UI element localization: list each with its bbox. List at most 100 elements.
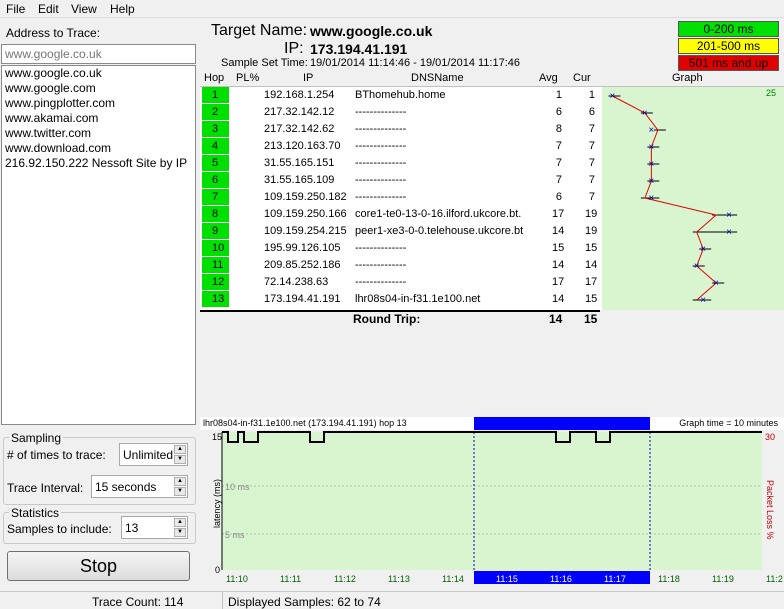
list-item[interactable]: www.download.com xyxy=(2,141,195,156)
row-dns: -------------- xyxy=(355,106,407,118)
list-item[interactable]: www.pingplotter.com xyxy=(2,96,195,111)
row-hop: 8 xyxy=(202,206,229,223)
samples-to-include-stepper[interactable]: 13 ▲ ▼ xyxy=(121,516,188,539)
spin-up-icon[interactable]: ▲ xyxy=(174,477,186,486)
row-ip: 173.194.41.191 xyxy=(264,293,341,305)
spin-down-icon[interactable]: ▼ xyxy=(174,455,186,464)
row-hop: 2 xyxy=(202,104,229,121)
row-avg: 8 xyxy=(555,123,562,135)
selected-range-bar[interactable] xyxy=(474,417,650,430)
row-dns: -------------- xyxy=(355,242,407,254)
address-input[interactable] xyxy=(1,44,196,64)
row-avg: 14 xyxy=(552,259,565,271)
col-pl[interactable]: PL% xyxy=(236,72,259,84)
times-to-trace-stepper[interactable]: Unlimited ▲ ▼ xyxy=(119,443,188,466)
row-cur: 14 xyxy=(585,259,598,271)
trace-count: Trace Count: 114 xyxy=(92,595,184,609)
row-dns: -------------- xyxy=(355,157,407,169)
row-ip: 217.32.142.12 xyxy=(264,106,335,118)
samples-to-include-label: Samples to include: xyxy=(7,522,112,536)
menu-view[interactable]: View xyxy=(71,2,97,16)
times-to-trace-value: Unlimited xyxy=(123,448,173,462)
empty-area xyxy=(200,327,784,417)
time-label: 11:14 xyxy=(442,574,464,584)
stop-button[interactable]: Stop xyxy=(7,551,190,581)
list-item[interactable]: www.akamai.com xyxy=(2,111,195,126)
trace-interval-stepper[interactable]: 15 seconds ▲ ▼ xyxy=(91,475,188,498)
spin-down-icon[interactable]: ▼ xyxy=(174,528,186,537)
spin-down-icon[interactable]: ▼ xyxy=(174,487,186,496)
trace-interval-value: 15 seconds xyxy=(95,480,157,494)
graph-time-label: Graph time = 10 minutes xyxy=(679,418,778,428)
list-item[interactable]: www.twitter.com xyxy=(2,126,195,141)
row-avg: 17 xyxy=(552,276,565,288)
list-item[interactable]: www.google.com xyxy=(2,81,195,96)
col-graph[interactable]: Graph xyxy=(672,72,703,84)
col-dnsname[interactable]: DNSName xyxy=(411,72,464,84)
row-ip: 109.159.250.166 xyxy=(264,208,347,220)
address-label: Address to Trace: xyxy=(6,26,101,40)
row-ip: 192.168.1.254 xyxy=(264,89,335,101)
row-hop: 10 xyxy=(202,240,229,257)
hop-cur-marker: × xyxy=(648,193,654,204)
ip-label: IP: xyxy=(284,40,304,57)
col-ip[interactable]: IP xyxy=(303,72,313,84)
col-hop[interactable]: Hop xyxy=(204,72,224,84)
row-hop: 9 xyxy=(202,223,229,240)
hop-cur-marker: × xyxy=(700,244,706,255)
row-cur: 17 xyxy=(585,276,598,288)
y-axis-label: latency (ms) xyxy=(212,479,222,528)
time-label: 11:16 xyxy=(550,574,572,584)
row-avg: 6 xyxy=(555,191,562,203)
time-label: 11:15 xyxy=(496,574,518,584)
displayed-samples: Displayed Samples: 62 to 74 xyxy=(228,595,381,609)
hop-cur-marker: × xyxy=(726,210,732,221)
round-trip-label: Round Trip: xyxy=(353,312,421,326)
timegraph-title: lhr08s04-in-f31.1e100.net (173.194.41.19… xyxy=(203,418,407,428)
hop-cur-marker: × xyxy=(726,227,732,238)
time-label: 11:10 xyxy=(226,574,248,584)
row-dns: -------------- xyxy=(355,174,407,186)
row-hop: 6 xyxy=(202,172,229,189)
time-label: 11:12 xyxy=(334,574,356,584)
row-avg: 14 xyxy=(552,225,565,237)
spin-up-icon[interactable]: ▲ xyxy=(174,445,186,454)
list-item[interactable]: 216.92.150.222 Nessoft Site by IP xyxy=(2,156,195,171)
row-hop: 13 xyxy=(202,291,229,308)
hop-table-header: Hop PL% IP DNSName Avg Cur Graph xyxy=(200,71,784,87)
menu-bar: File Edit View Help xyxy=(0,0,784,18)
menu-help[interactable]: Help xyxy=(110,2,135,16)
menu-edit[interactable]: Edit xyxy=(38,2,59,16)
row-cur: 6 xyxy=(588,106,595,118)
list-item[interactable]: www.google.co.uk xyxy=(2,66,195,81)
row-dns: -------------- xyxy=(355,191,407,203)
row-cur: 7 xyxy=(588,191,595,203)
col-avg[interactable]: Avg xyxy=(539,72,558,84)
row-hop: 12 xyxy=(202,274,229,291)
row-avg: 17 xyxy=(552,208,565,220)
y-tick-0: 0 xyxy=(215,565,220,575)
hop-cur-marker: × xyxy=(648,159,654,170)
col-cur[interactable]: Cur xyxy=(573,72,591,84)
spin-up-icon[interactable]: ▲ xyxy=(174,518,186,527)
row-hop: 3 xyxy=(202,121,229,138)
row-dns: -------------- xyxy=(355,259,407,271)
address-history-list[interactable]: www.google.co.uk www.google.com www.ping… xyxy=(1,65,196,425)
hop-cur-marker: × xyxy=(642,108,648,119)
y-tick-15: 15 xyxy=(212,432,222,442)
hop-cur-marker: × xyxy=(648,142,654,153)
hop-cur-marker: × xyxy=(648,176,654,187)
row-avg: 7 xyxy=(555,157,562,169)
row-hop: 5 xyxy=(202,155,229,172)
round-trip-avg: 14 xyxy=(549,312,563,326)
times-to-trace-label: # of times to trace: xyxy=(7,448,106,462)
row-ip: 209.85.252.186 xyxy=(264,259,341,271)
row-cur: 15 xyxy=(585,242,598,254)
menu-file[interactable]: File xyxy=(6,2,25,16)
timegraph-title-bar: lhr08s04-in-f31.1e100.net (173.194.41.19… xyxy=(200,417,784,430)
y-tick-10: 10 ms xyxy=(225,482,250,492)
latency-time-graph[interactable]: 15 10 ms 5 ms 0 latency (ms) 30 Packet L… xyxy=(200,430,784,590)
time-label: 11:18 xyxy=(658,574,680,584)
hop-cur-marker: × xyxy=(713,278,719,289)
row-dns: BThomehub.home xyxy=(355,89,446,101)
